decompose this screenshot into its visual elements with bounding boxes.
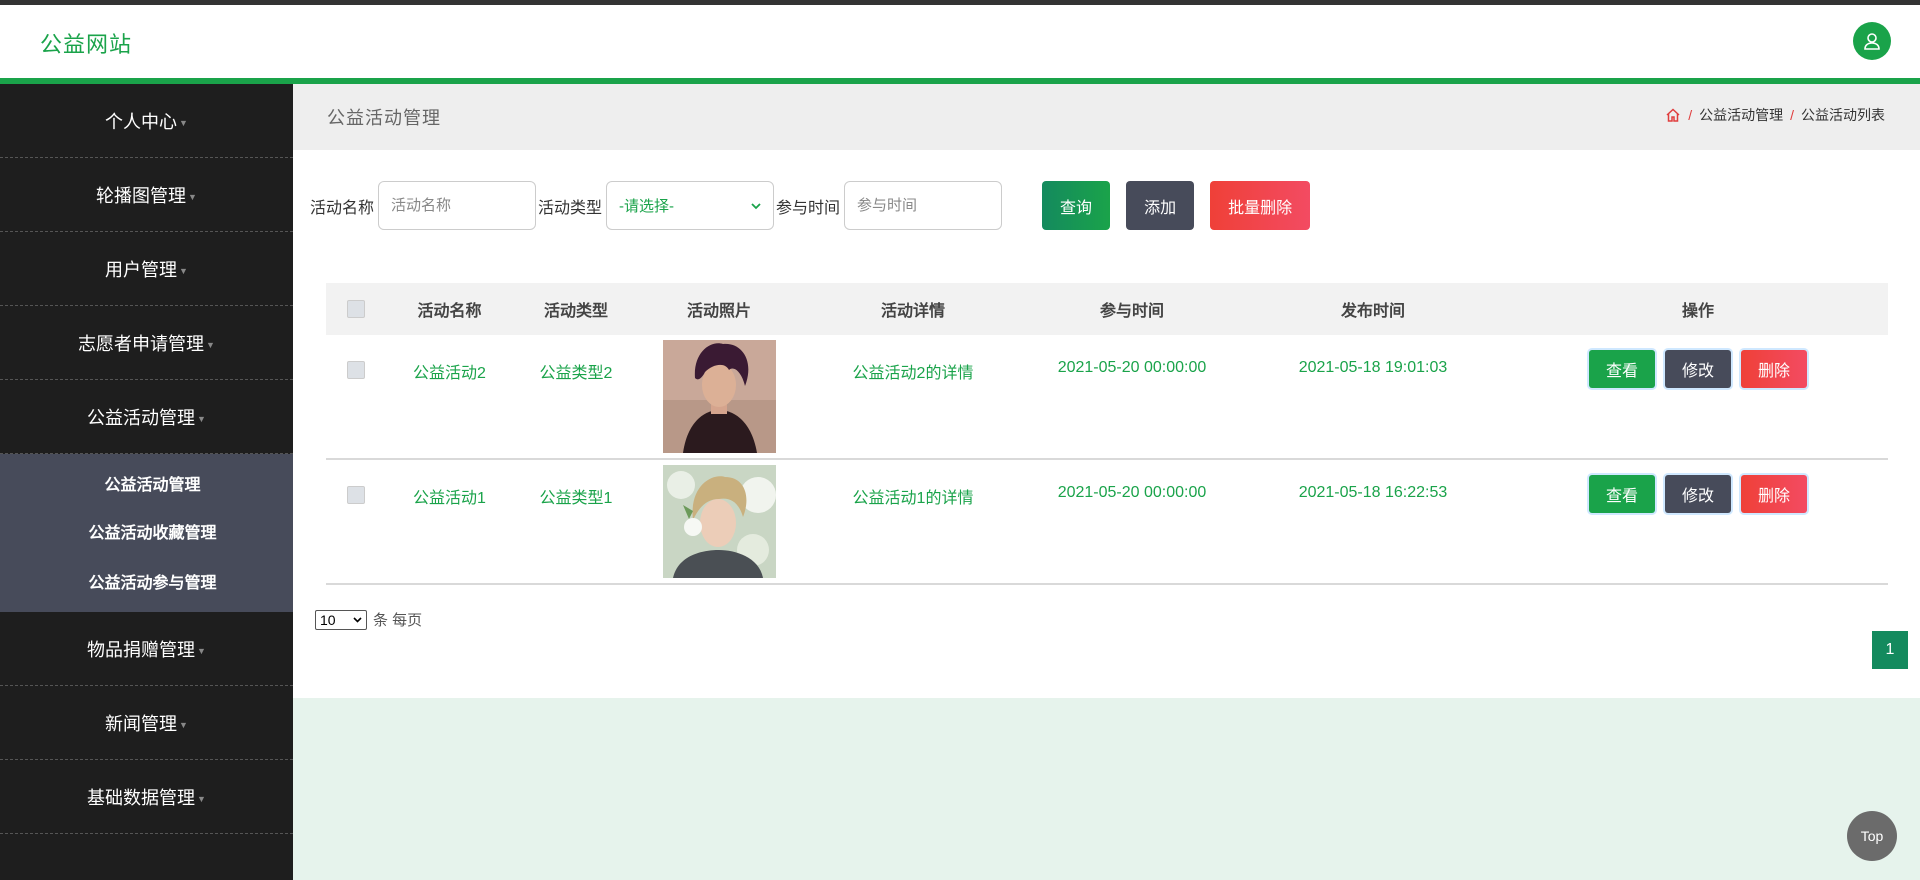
caret-down-icon: ▼ [179, 117, 188, 128]
breadcrumb-level-1[interactable]: 公益活动管理 [1699, 105, 1783, 125]
join-time-label: 参与时间 [776, 199, 841, 217]
search-bar: 活动名称 活动类型 -请选择- 参与时间 查询 添加 批量删除 [310, 181, 1311, 230]
view-button[interactable]: 查看 [1588, 475, 1655, 513]
col-header-detail: 活动详情 [880, 303, 945, 320]
page-size-select[interactable]: 10 [315, 609, 367, 630]
cell-publish-time: 2021-05-18 16:22:53 [1298, 484, 1448, 501]
caret-down-icon: ▼ [179, 265, 188, 276]
cell-join-time: 2021-05-20 00:00:00 [1057, 484, 1207, 501]
content-header: 公益活动管理 / 公益活动管理 / 公益活动列表 [293, 84, 1920, 150]
join-time-input[interactable] [844, 181, 1003, 230]
sidebar-item-base-data[interactable]: 基础数据管理 ▼ [0, 760, 293, 834]
activity-table: 活动名称 活动类型 活动照片 活动详情 参与时间 发布时间 操作 公益活动2 公… [326, 283, 1888, 585]
edit-button[interactable]: 修改 [1664, 475, 1731, 513]
caret-down-icon: ▼ [197, 413, 206, 424]
cell-join-time: 2021-05-20 00:00:00 [1057, 359, 1207, 376]
submenu-item-activity-favorites[interactable]: 公益活动收藏管理 [0, 506, 293, 556]
col-header-name: 活动名称 [417, 303, 482, 320]
sidebar-item-donations[interactable]: 物品捐赠管理 ▼ [0, 612, 293, 686]
cell-detail: 公益活动1的详情 [852, 490, 974, 507]
select-all-checkbox[interactable] [346, 300, 365, 318]
activity-type-select[interactable]: -请选择- [606, 181, 775, 230]
cell-name: 公益活动2 [413, 365, 486, 382]
caret-down-icon: ▼ [197, 645, 206, 656]
table-row: 公益活动1 公益类型1 公益活动1的详情 2021-05-20 00:00:00… [326, 460, 1888, 585]
sidebar-item-carousel[interactable]: 轮播图管理 ▼ [0, 158, 293, 232]
chevron-down-icon [353, 616, 362, 623]
breadcrumb-level-2: 公益活动列表 [1801, 107, 1885, 123]
cell-type: 公益类型2 [539, 365, 613, 382]
table-row: 公益活动2 公益类型2 公益活动2的详情 2021-05-20 00:00:00… [326, 335, 1888, 460]
edit-button[interactable]: 修改 [1664, 350, 1731, 388]
caret-down-icon: ▼ [179, 719, 188, 730]
activity-name-label: 活动名称 [310, 199, 375, 217]
page-number-button[interactable]: 1 [1872, 631, 1908, 669]
cell-name: 公益活动1 [413, 490, 486, 507]
table-header: 活动名称 活动类型 活动照片 活动详情 参与时间 发布时间 操作 [326, 283, 1888, 335]
sidebar-item-volunteer[interactable]: 志愿者申请管理 ▼ [0, 306, 293, 380]
add-button[interactable]: 添加 [1126, 181, 1195, 230]
row-checkbox[interactable] [346, 486, 365, 504]
home-icon[interactable] [1665, 107, 1681, 123]
delete-button[interactable]: 删除 [1741, 350, 1808, 388]
cell-detail: 公益活动2的详情 [852, 365, 974, 382]
col-header-publish: 发布时间 [1340, 303, 1405, 320]
caret-down-icon: ▼ [206, 339, 215, 350]
caret-down-icon: ▼ [188, 191, 197, 202]
query-button[interactable]: 查询 [1042, 181, 1111, 230]
col-header-ops: 操作 [1681, 303, 1714, 320]
caret-down-icon: ▼ [197, 793, 206, 804]
submenu-item-activity-manage[interactable]: 公益活动管理 [0, 460, 293, 506]
activity-type-label: 活动类型 [538, 199, 603, 217]
sidebar-item-news[interactable]: 新闻管理 ▼ [0, 686, 293, 760]
cell-publish-time: 2021-05-18 19:01:03 [1298, 359, 1448, 376]
chevron-down-icon [751, 202, 761, 209]
sidebar: 个人中心 ▼ 轮播图管理 ▼ 用户管理 ▼ 志愿者申请管理 ▼ 公益活动管理 ▼ 公益活动… [0, 84, 293, 880]
site-brand[interactable]: 公益网站 [40, 27, 132, 59]
submenu-item-activity-participation[interactable]: 公益活动参与管理 [0, 556, 293, 606]
user-avatar-button[interactable] [1853, 22, 1891, 60]
row-checkbox[interactable] [346, 361, 365, 379]
sidebar-item-activities[interactable]: 公益活动管理 ▼ [0, 380, 293, 454]
breadcrumb: / 公益活动管理 / 公益活动列表 [1665, 105, 1885, 125]
batch-delete-button[interactable]: 批量删除 [1210, 181, 1311, 230]
cell-type: 公益类型1 [539, 490, 613, 507]
sidebar-item-personal-center[interactable]: 个人中心 ▼ [0, 84, 293, 158]
per-page-label: 条 每页 [373, 612, 423, 629]
activity-photo [662, 465, 776, 578]
activity-name-input[interactable] [378, 181, 537, 230]
col-header-type: 活动类型 [543, 303, 608, 320]
page-title: 公益活动管理 [327, 108, 441, 128]
col-header-photo: 活动照片 [686, 303, 751, 320]
back-to-top-button[interactable]: Top [1847, 811, 1897, 861]
sidebar-item-users[interactable]: 用户管理 ▼ [0, 232, 293, 306]
view-button[interactable]: 查看 [1588, 350, 1655, 388]
activities-submenu: 公益活动管理 公益活动收藏管理 公益活动参与管理 [0, 454, 293, 612]
page-size-control: 10 条 每页 [315, 609, 422, 630]
delete-button[interactable]: 删除 [1741, 475, 1808, 513]
top-bar: 公益网站 [0, 0, 1920, 84]
col-header-time: 参与时间 [1099, 303, 1164, 320]
main-panel: 活动名称 活动类型 -请选择- 参与时间 查询 添加 批量删除 活动名称 活动类… [293, 150, 1920, 698]
activity-photo [662, 340, 776, 453]
user-icon [1864, 33, 1880, 50]
